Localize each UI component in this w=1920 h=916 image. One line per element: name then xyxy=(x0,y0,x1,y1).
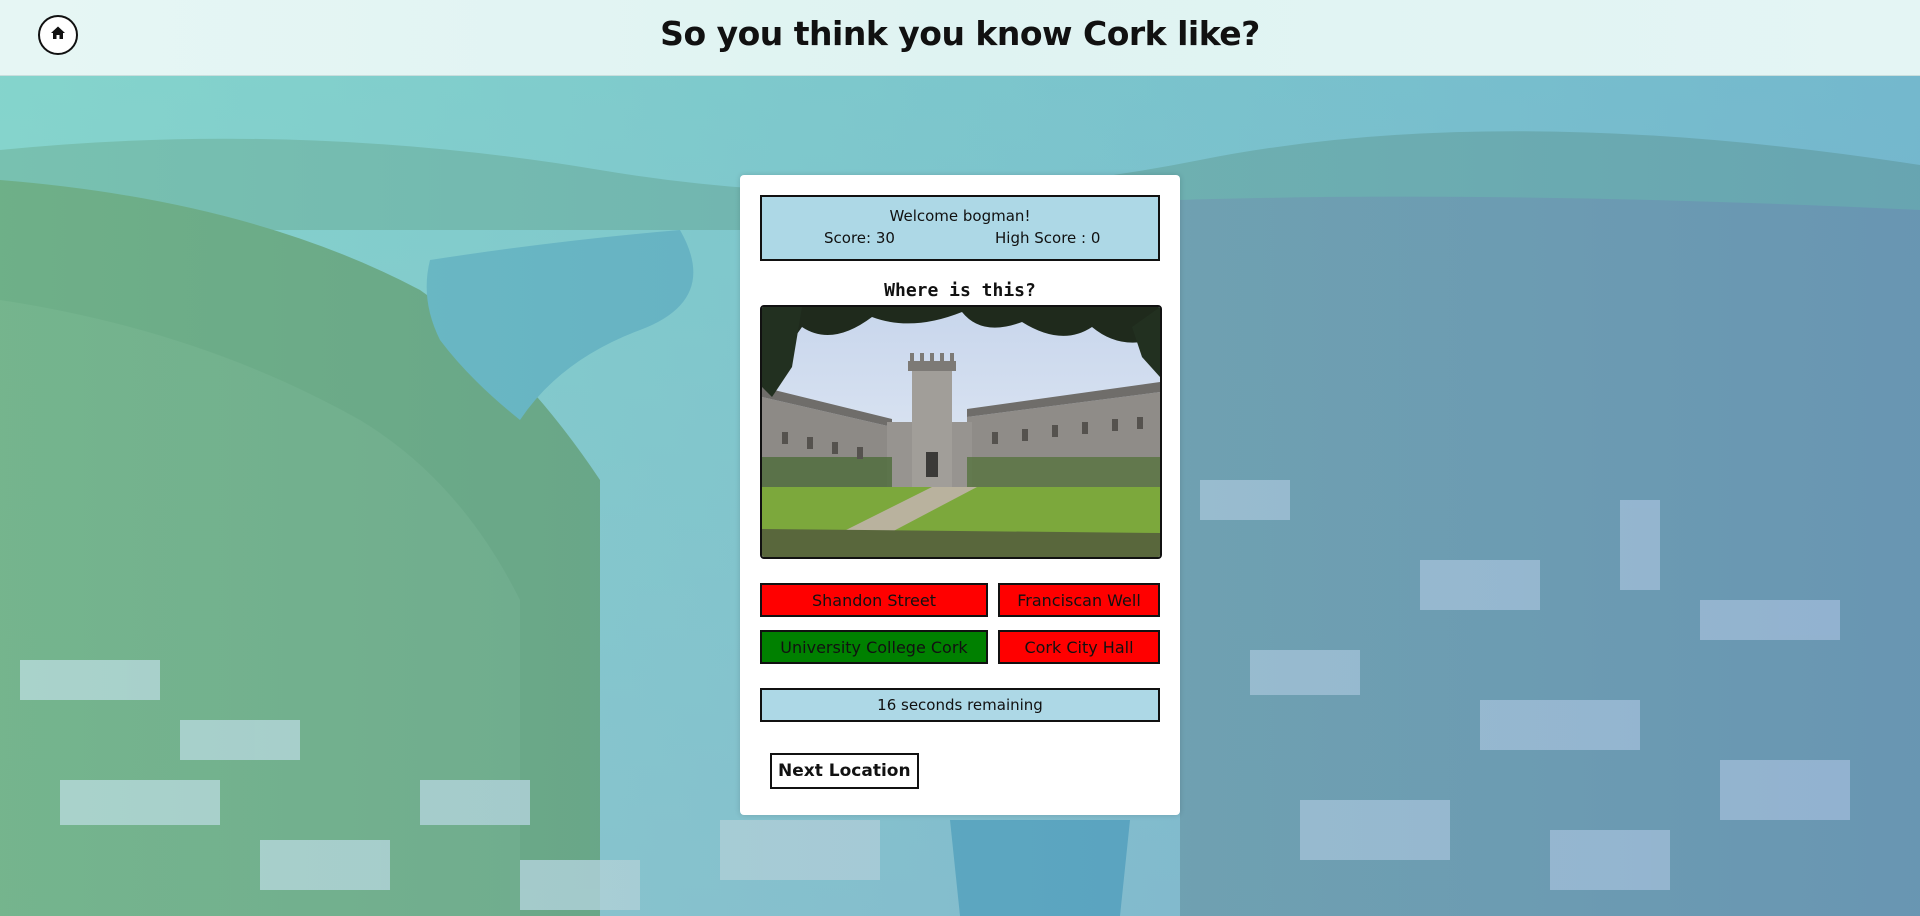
answer-button-university-college-cork[interactable]: University College Cork xyxy=(760,630,988,664)
quiz-card: Welcome bogman! Score: 30 High Score : 0… xyxy=(740,175,1180,815)
question-text: Where is this? xyxy=(884,280,1036,301)
location-photo xyxy=(760,305,1162,559)
header-bar: So you think you know Cork like? xyxy=(0,0,1920,76)
answer-button-cork-city-hall[interactable]: Cork City Hall xyxy=(998,630,1160,664)
answer-button-shandon-street[interactable]: Shandon Street xyxy=(760,583,988,617)
answer-button-franciscan-well[interactable]: Franciscan Well xyxy=(998,583,1160,617)
timer-display: 16 seconds remaining xyxy=(760,688,1160,722)
current-score: Score: 30 xyxy=(824,229,895,247)
next-location-button[interactable]: Next Location xyxy=(770,753,919,789)
high-score: High Score : 0 xyxy=(995,229,1101,247)
score-panel: Welcome bogman! Score: 30 High Score : 0 xyxy=(760,195,1160,261)
welcome-message: Welcome bogman! xyxy=(889,207,1031,225)
page-title: So you think you know Cork like? xyxy=(660,14,1260,53)
